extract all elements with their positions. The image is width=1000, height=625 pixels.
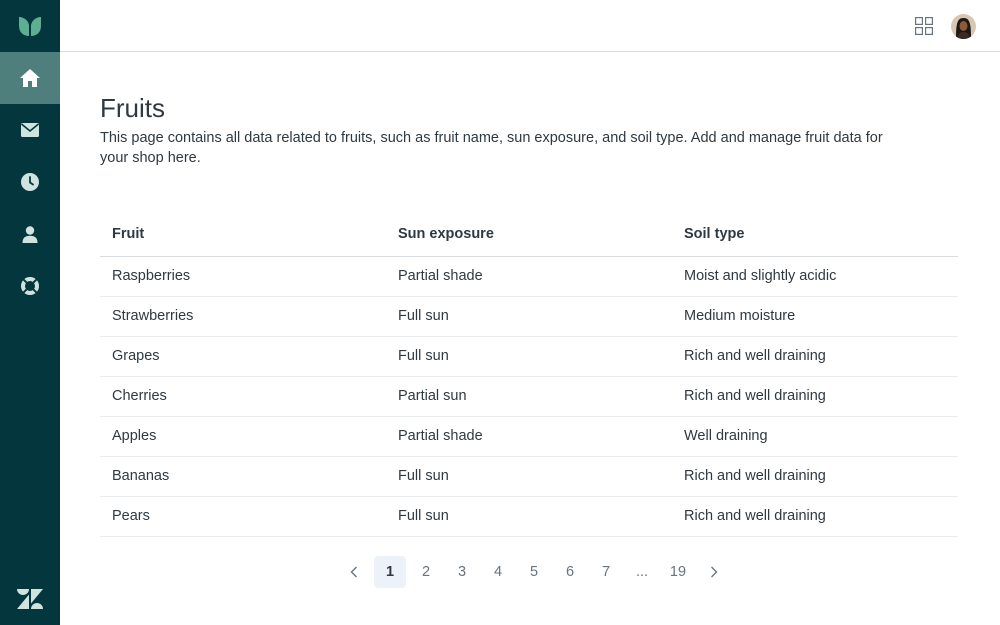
cell-sun-exposure: Partial sun <box>386 376 672 417</box>
cell-sun-exposure: Full sun <box>386 296 672 337</box>
cell-soil-type: Rich and well draining <box>672 496 958 537</box>
page-gap-ellipsis: ... <box>635 564 649 580</box>
table-row[interactable]: Strawberries Full sun Medium moisture <box>100 296 958 337</box>
fruits-table: Fruit Sun exposure Soil type Raspberries… <box>100 212 958 537</box>
sidebar <box>0 0 60 625</box>
page-button-19[interactable]: 19 <box>662 556 694 588</box>
page-button-4[interactable]: 4 <box>482 556 514 588</box>
page-button-5[interactable]: 5 <box>518 556 550 588</box>
lifebuoy-icon <box>21 277 39 295</box>
table-row[interactable]: Bananas Full sun Rich and well draining <box>100 456 958 497</box>
avatar[interactable] <box>951 14 976 39</box>
cell-fruit: Raspberries <box>100 256 386 297</box>
page-title: Fruits <box>100 93 165 123</box>
table-row[interactable]: Apples Partial shade Well draining <box>100 416 958 457</box>
zendesk-logo-icon[interactable] <box>0 573 60 625</box>
nav-item-history[interactable] <box>0 156 60 208</box>
leaf-logo-icon[interactable] <box>0 0 60 52</box>
cell-soil-type: Moist and slightly acidic <box>672 256 958 297</box>
home-icon <box>20 69 40 87</box>
cell-sun-exposure: Partial shade <box>386 416 672 457</box>
cell-fruit: Pears <box>100 496 386 537</box>
nav-item-home[interactable] <box>0 52 60 104</box>
table-row[interactable]: Pears Full sun Rich and well draining <box>100 496 958 537</box>
cell-soil-type: Rich and well draining <box>672 336 958 377</box>
page-button-2[interactable]: 2 <box>410 556 442 588</box>
page-description: This page contains all data related to f… <box>100 130 883 166</box>
cell-fruit: Apples <box>100 416 386 457</box>
previous-page-button[interactable] <box>338 556 370 588</box>
column-header-sun-exposure: Sun exposure <box>386 212 672 257</box>
chevron-right-icon <box>711 566 718 578</box>
table-row[interactable]: Cherries Partial sun Rich and well drain… <box>100 376 958 417</box>
column-header-soil-type: Soil type <box>672 212 958 257</box>
cell-sun-exposure: Full sun <box>386 456 672 497</box>
nav-item-support[interactable] <box>0 260 60 312</box>
page-button-6[interactable]: 6 <box>554 556 586 588</box>
page-button-3[interactable]: 3 <box>446 556 478 588</box>
mail-icon <box>21 123 39 137</box>
cell-fruit: Strawberries <box>100 296 386 337</box>
column-header-fruit: Fruit <box>100 212 386 257</box>
cell-sun-exposure: Partial shade <box>386 256 672 297</box>
cell-soil-type: Well draining <box>672 416 958 457</box>
cell-soil-type: Rich and well draining <box>672 376 958 417</box>
page-button-7[interactable]: 7 <box>590 556 622 588</box>
cell-sun-exposure: Full sun <box>386 496 672 537</box>
next-page-button[interactable] <box>698 556 730 588</box>
cell-fruit: Grapes <box>100 336 386 377</box>
nav-item-mail[interactable] <box>0 104 60 156</box>
cell-fruit: Bananas <box>100 456 386 497</box>
cell-sun-exposure: Full sun <box>386 336 672 377</box>
nav-item-user[interactable] <box>0 208 60 260</box>
user-icon <box>22 225 38 243</box>
cell-soil-type: Medium moisture <box>672 296 958 337</box>
grid-icon[interactable] <box>915 17 934 36</box>
top-header <box>60 0 1000 52</box>
chevron-left-icon <box>350 566 357 578</box>
table-row[interactable]: Grapes Full sun Rich and well draining <box>100 336 958 377</box>
table-row[interactable]: Raspberries Partial shade Moist and slig… <box>100 256 958 297</box>
page-button-1[interactable]: 1 <box>374 556 406 588</box>
cell-fruit: Cherries <box>100 376 386 417</box>
cell-soil-type: Rich and well draining <box>672 456 958 497</box>
table-header-row: Fruit Sun exposure Soil type <box>100 212 958 257</box>
clock-icon <box>21 173 39 191</box>
pagination: 1 2 3 4 5 6 7 ... 19 <box>338 556 734 588</box>
